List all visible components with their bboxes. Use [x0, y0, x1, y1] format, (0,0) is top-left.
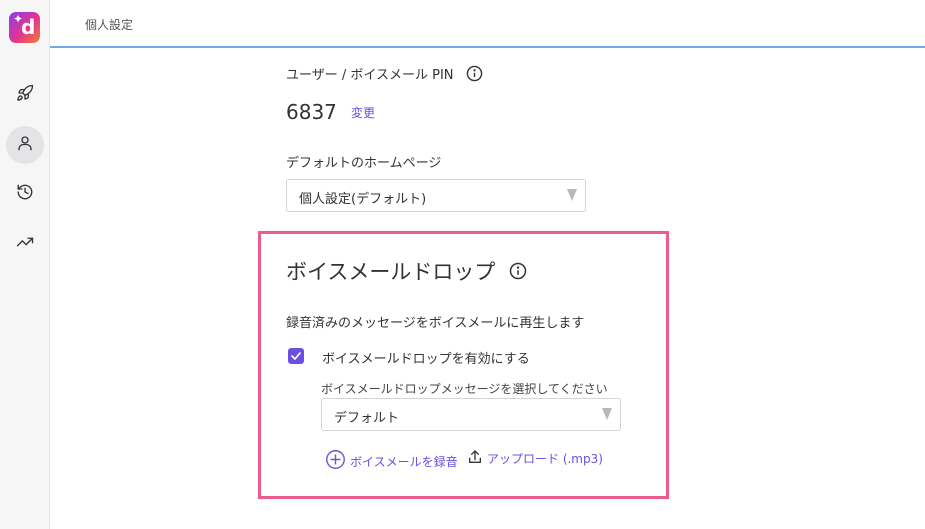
checkmark-icon [290, 347, 302, 366]
homepage-label: デフォルトのホームページ [286, 156, 442, 171]
app-logo[interactable]: ✦ d [9, 12, 40, 43]
homepage-select[interactable]: 個人設定(デフォルト) [286, 179, 586, 212]
voicemail-drop-title: ボイスメールドロップ [286, 260, 496, 284]
page-title: 個人設定 [85, 18, 134, 32]
trending-up-icon [16, 233, 34, 255]
pin-label: ユーザー / ボイスメール PIN [286, 68, 454, 83]
info-icon[interactable] [466, 65, 483, 82]
history-icon [16, 183, 34, 205]
top-header: 個人設定 [50, 0, 925, 48]
sidebar: ✦ d [0, 0, 50, 529]
sidebar-item-launch[interactable] [6, 76, 44, 114]
info-icon[interactable] [509, 262, 527, 280]
sidebar-item-analytics[interactable] [6, 225, 44, 263]
message-select-label: ボイスメールドロップメッセージを選択してください [321, 382, 608, 396]
enable-voicemail-drop-label[interactable]: ボイスメールドロップを有効にする [322, 348, 530, 367]
caret-down-icon [567, 189, 577, 201]
rocket-icon [16, 84, 34, 106]
message-select[interactable]: デフォルト [321, 398, 621, 431]
upload-mp3-label: アップロード (.mp3) [487, 452, 603, 466]
sidebar-item-profile[interactable] [6, 126, 44, 164]
enable-voicemail-drop-checkbox[interactable] [288, 348, 304, 364]
plus-circle-icon [325, 449, 350, 473]
voicemail-drop-description: 録音済みのメッセージをボイスメールに再生します [286, 316, 585, 331]
voicemail-drop-title-row: ボイスメールドロップ [286, 256, 527, 286]
sidebar-item-history[interactable] [6, 175, 44, 213]
upload-mp3-button[interactable]: アップロード (.mp3) [467, 449, 603, 468]
logo-letter: d [21, 15, 36, 39]
upload-icon [467, 449, 487, 468]
record-voicemail-label: ボイスメールを録音 [350, 454, 458, 469]
pin-label-row: ユーザー / ボイスメール PIN [286, 64, 483, 83]
change-pin-link[interactable]: 変更 [351, 104, 375, 121]
user-icon [16, 134, 34, 156]
message-select-value: デフォルト [334, 411, 400, 426]
record-voicemail-button[interactable]: ボイスメールを録音 [325, 449, 458, 473]
pin-value: 6837 [286, 100, 337, 124]
homepage-select-value: 個人設定(デフォルト) [299, 192, 427, 207]
caret-down-icon [602, 408, 612, 420]
